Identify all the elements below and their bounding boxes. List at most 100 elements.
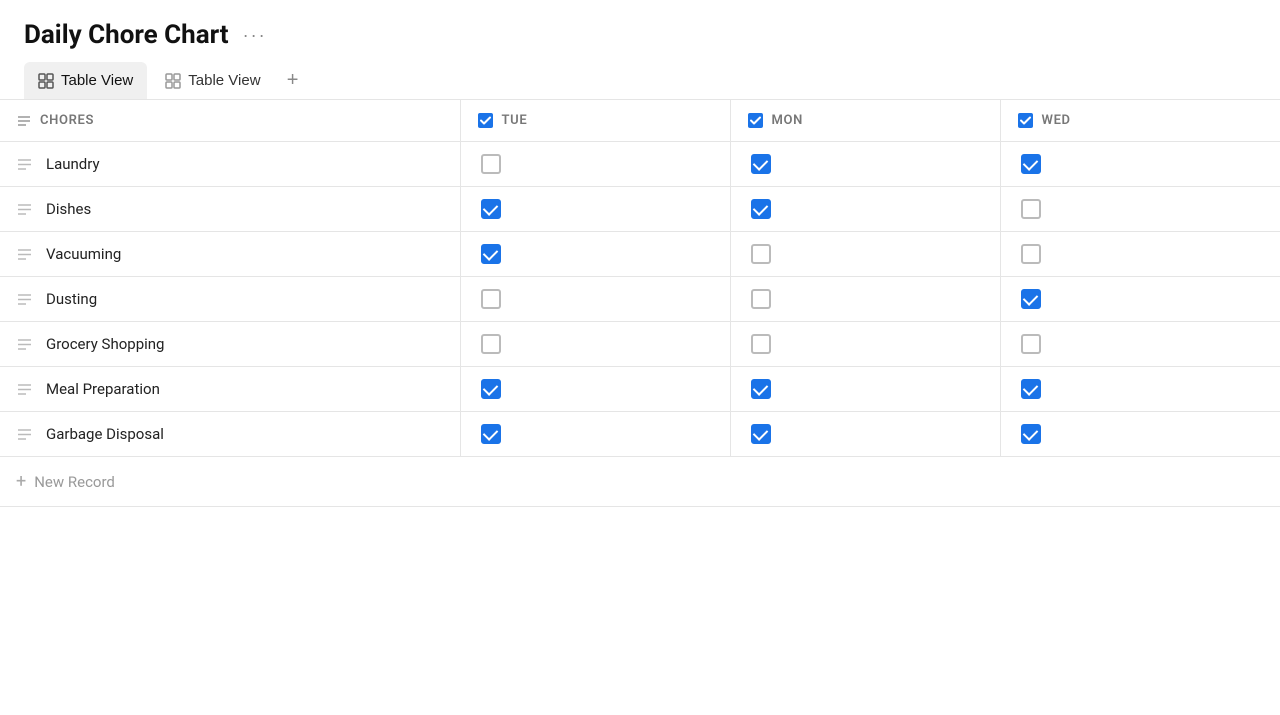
col-label-wed: WED [1042,113,1071,128]
col-label-chores: CHORES [40,113,94,128]
tab-label-1: Table View [61,72,133,89]
checkbox-wed[interactable] [1021,154,1041,174]
checkbox-mon[interactable] [751,154,771,174]
checkbox-wed[interactable] [1021,199,1041,219]
checkbox-tue[interactable] [481,244,501,264]
col-header-wed: WED [1000,100,1280,142]
cell-chore-name: Laundry [0,142,460,187]
table-row: Dishes [0,187,1280,232]
checkbox-wed[interactable] [1021,379,1041,399]
table-view-icon-2 [165,73,181,89]
add-tab-button[interactable]: + [279,67,307,95]
cell-chore-name: Vacuuming [0,232,460,277]
table-row: Dusting [0,277,1280,322]
text-type-icon [16,156,36,173]
cell-wed [1000,277,1280,322]
chore-label: Vacuuming [46,245,121,263]
checkbox-wed[interactable] [1021,289,1041,309]
cell-wed [1000,142,1280,187]
checkbox-wed[interactable] [1021,424,1041,444]
checkbox-mon[interactable] [751,334,771,354]
checkbox-col-icon-mon [747,112,764,129]
cell-mon [730,232,1000,277]
cell-mon [730,367,1000,412]
cell-tue [460,187,730,232]
cell-tue [460,277,730,322]
checkbox-tue[interactable] [481,334,501,354]
text-type-icon [16,336,36,353]
cell-tue [460,412,730,457]
cell-mon [730,322,1000,367]
checkbox-col-icon-tue [477,112,494,129]
plus-icon: + [16,471,26,492]
checkbox-wed[interactable] [1021,334,1041,354]
cell-chore-name: Meal Preparation [0,367,460,412]
tab-label-2: Table View [188,72,260,89]
text-type-icon [16,291,36,308]
col-label-mon: MON [772,113,804,128]
table-body: Laundry Dishes [0,142,1280,507]
cell-chore-name: Dusting [0,277,460,322]
checkbox-mon[interactable] [751,424,771,444]
new-record-row: + New Record [0,457,1280,507]
table-row: Meal Preparation [0,367,1280,412]
cell-tue [460,322,730,367]
cell-mon [730,412,1000,457]
tab-table-view-2[interactable]: Table View [151,62,274,99]
table-view-icon-1 [38,73,54,89]
checkbox-mon[interactable] [751,289,771,309]
table-row: Vacuuming [0,232,1280,277]
page-title: Daily Chore Chart [24,20,229,50]
col-header-chores: CHORES [0,100,460,142]
tab-table-view-1[interactable]: Table View [24,62,147,99]
checkbox-tue[interactable] [481,199,501,219]
table-container: CHORES TUE [0,100,1280,507]
checkbox-tue[interactable] [481,424,501,444]
checkbox-tue[interactable] [481,154,501,174]
cell-tue [460,232,730,277]
col-header-mon: MON [730,100,1000,142]
text-type-icon [16,246,36,263]
cell-mon [730,187,1000,232]
page-header: Daily Chore Chart ··· [0,0,1280,62]
col-label-tue: TUE [502,113,528,128]
cell-mon [730,142,1000,187]
checkbox-tue[interactable] [481,289,501,309]
chore-label: Meal Preparation [46,380,160,398]
chore-label: Dishes [46,200,91,218]
tab-bar: Table View Table View + [0,62,1280,100]
checkbox-col-icon-wed [1017,112,1034,129]
cell-wed [1000,187,1280,232]
chore-label: Garbage Disposal [46,425,164,443]
checkbox-mon[interactable] [751,244,771,264]
cell-wed [1000,412,1280,457]
text-col-icon [16,113,32,129]
table-header: CHORES TUE [0,100,1280,142]
text-type-icon [16,381,36,398]
chore-label: Dusting [46,290,97,308]
cell-wed [1000,322,1280,367]
chore-label: Laundry [46,155,100,173]
text-type-icon [16,201,36,218]
cell-wed [1000,232,1280,277]
cell-tue [460,142,730,187]
cell-tue [460,367,730,412]
checkbox-mon[interactable] [751,199,771,219]
new-record-label: New Record [34,473,115,491]
checkbox-wed[interactable] [1021,244,1041,264]
cell-wed [1000,367,1280,412]
cell-chore-name: Garbage Disposal [0,412,460,457]
cell-chore-name: Grocery Shopping [0,322,460,367]
new-record-cell: + New Record [0,457,1280,507]
checkbox-mon[interactable] [751,379,771,399]
table-row: Grocery Shopping [0,322,1280,367]
col-header-tue: TUE [460,100,730,142]
table-row: Laundry [0,142,1280,187]
chore-table: CHORES TUE [0,100,1280,507]
table-row: Garbage Disposal [0,412,1280,457]
text-type-icon [16,426,36,443]
chore-label: Grocery Shopping [46,335,164,353]
new-record-button[interactable]: + New Record [16,471,1264,492]
checkbox-tue[interactable] [481,379,501,399]
ellipsis-button[interactable]: ··· [239,23,271,48]
